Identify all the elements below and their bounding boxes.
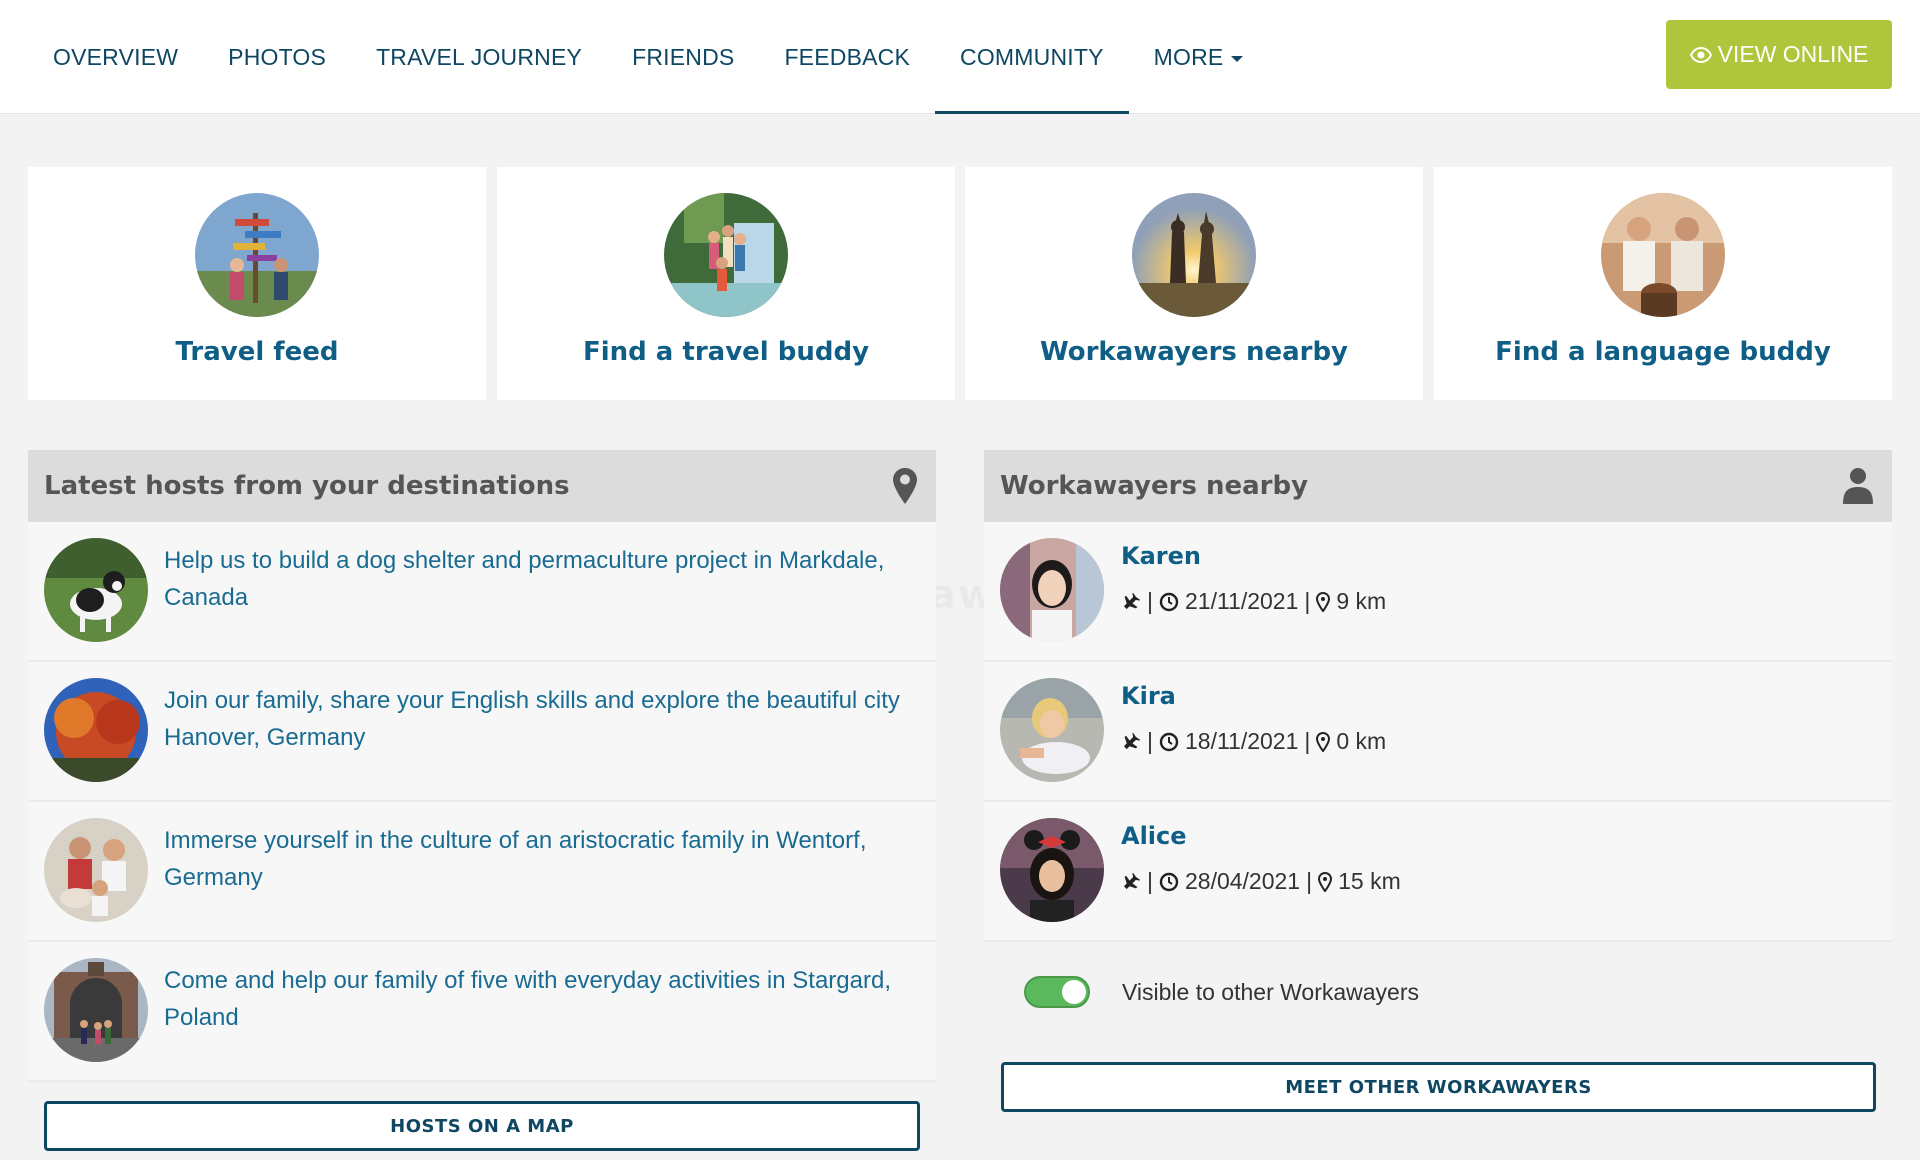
separator: | bbox=[1147, 868, 1153, 894]
separator: | bbox=[1304, 588, 1311, 614]
hosts-on-a-map-button[interactable]: HOSTS ON A MAP bbox=[44, 1101, 920, 1151]
map-marker-icon bbox=[1316, 731, 1331, 752]
workawayer-date: 18/11/2021 bbox=[1184, 728, 1299, 754]
host-title-link[interactable]: Join our family, share your English skil… bbox=[164, 682, 920, 756]
host-list-item[interactable]: Come and help our family of five with ev… bbox=[28, 942, 936, 1082]
workawayers-nearby-image bbox=[1132, 193, 1256, 317]
workawayer-avatar bbox=[1000, 818, 1104, 922]
host-list-item[interactable]: Join our family, share your English skil… bbox=[28, 662, 936, 802]
latest-hosts-panel: Latest hosts from your destinations Help… bbox=[28, 450, 936, 1082]
map-marker-icon bbox=[893, 468, 917, 504]
host-title-link[interactable]: Come and help our family of five with ev… bbox=[164, 962, 920, 1036]
plane-icon bbox=[1123, 592, 1141, 609]
separator: | bbox=[1147, 728, 1153, 754]
workawayer-name-link[interactable]: Alice bbox=[1121, 818, 1401, 854]
meet-other-workawayers-button[interactable]: MEET OTHER WORKAWAYERS bbox=[1001, 1062, 1876, 1112]
host-list-item[interactable]: Help us to build a dog shelter and perma… bbox=[28, 522, 936, 662]
host-title-link[interactable]: Help us to build a dog shelter and perma… bbox=[164, 542, 920, 616]
button-label: HOSTS ON A MAP bbox=[390, 1115, 574, 1137]
clock-icon bbox=[1159, 872, 1179, 891]
tab-label: OVERVIEW bbox=[53, 43, 179, 70]
card-find-language-buddy[interactable]: Find a language buddy bbox=[1434, 167, 1892, 400]
tab-photos[interactable]: PHOTOS bbox=[203, 0, 351, 114]
card-find-travel-buddy[interactable]: Find a travel buddy bbox=[497, 167, 955, 400]
travel-feed-image bbox=[195, 193, 319, 317]
community-cards: Travel feed Find a travel buddy Workaway… bbox=[28, 167, 1892, 400]
tab-travel-journey[interactable]: TRAVEL JOURNEY bbox=[351, 0, 607, 114]
workawayer-info: Karen | 21/11/2021 | 9 km bbox=[1121, 538, 1386, 615]
visibility-label: Visible to other Workawayers bbox=[1122, 978, 1420, 1005]
panel-title: Workawayers nearby bbox=[1000, 471, 1309, 501]
view-online-label: VIEW ONLINE bbox=[1717, 41, 1869, 67]
workawayer-date: 21/11/2021 bbox=[1184, 588, 1299, 614]
panel-title: Latest hosts from your destinations bbox=[44, 471, 570, 501]
caret-down-icon bbox=[1231, 55, 1244, 62]
card-title: Workawayers nearby bbox=[1039, 337, 1349, 367]
workawayer-distance: 15 km bbox=[1338, 868, 1401, 894]
button-label: MEET OTHER WORKAWAYERS bbox=[1285, 1076, 1592, 1098]
eye-icon bbox=[1689, 46, 1712, 63]
workawayer-name-link[interactable]: Kira bbox=[1121, 678, 1386, 714]
workawayer-meta: | 28/04/2021 | 15 km bbox=[1121, 868, 1401, 895]
workawayer-name-link[interactable]: Karen bbox=[1121, 538, 1386, 574]
travel-buddy-image bbox=[664, 193, 788, 317]
tab-label: TRAVEL JOURNEY bbox=[376, 43, 583, 70]
workawayers-nearby-panel: Workawayers nearby Karen | 21/11/2021 | … bbox=[984, 450, 1892, 1042]
map-marker-icon bbox=[1318, 871, 1333, 892]
map-marker-icon bbox=[1316, 591, 1331, 612]
language-buddy-image bbox=[1601, 193, 1725, 317]
host-avatar bbox=[44, 538, 148, 642]
nav-tabs: OVERVIEW PHOTOS TRAVEL JOURNEY FRIENDS F… bbox=[28, 0, 1268, 114]
workawayer-meta: | 21/11/2021 | 9 km bbox=[1121, 588, 1386, 615]
tab-friends[interactable]: FRIENDS bbox=[607, 0, 759, 114]
host-avatar bbox=[44, 818, 148, 922]
plane-icon bbox=[1123, 732, 1141, 749]
separator: | bbox=[1306, 868, 1313, 894]
top-navigation: OVERVIEW PHOTOS TRAVEL JOURNEY FRIENDS F… bbox=[0, 0, 1920, 114]
host-title-link[interactable]: Immerse yourself in the culture of an ar… bbox=[164, 822, 920, 896]
workawayer-avatar bbox=[1000, 538, 1104, 642]
workawayer-list-item[interactable]: Kira | 18/11/2021 | 0 km bbox=[984, 662, 1892, 802]
card-travel-feed[interactable]: Travel feed bbox=[28, 167, 486, 400]
workawayer-info: Alice | 28/04/2021 | 15 km bbox=[1121, 818, 1401, 895]
tab-community[interactable]: COMMUNITY bbox=[935, 0, 1129, 114]
view-online-button[interactable]: VIEW ONLINE bbox=[1666, 20, 1892, 89]
tab-feedback[interactable]: FEEDBACK bbox=[759, 0, 935, 114]
tab-label: FRIENDS bbox=[632, 43, 735, 70]
host-avatar bbox=[44, 678, 148, 782]
user-icon bbox=[1843, 468, 1873, 504]
workawayer-avatar bbox=[1000, 678, 1104, 782]
clock-icon bbox=[1159, 732, 1179, 751]
host-avatar bbox=[44, 958, 148, 1062]
card-title: Find a language buddy bbox=[1495, 337, 1831, 367]
clock-icon bbox=[1159, 592, 1179, 611]
tab-label: PHOTOS bbox=[228, 43, 327, 70]
plane-icon bbox=[1123, 872, 1141, 889]
tab-overview[interactable]: OVERVIEW bbox=[28, 0, 203, 114]
panel-header: Latest hosts from your destinations bbox=[28, 450, 936, 522]
workawayer-list-item[interactable]: Karen | 21/11/2021 | 9 km bbox=[984, 522, 1892, 662]
tab-more-dropdown[interactable]: MORE bbox=[1129, 0, 1269, 114]
tab-label: MORE bbox=[1153, 43, 1224, 70]
separator: | bbox=[1147, 588, 1153, 614]
tab-label: FEEDBACK bbox=[784, 43, 911, 70]
separator: | bbox=[1304, 728, 1311, 754]
tab-label: COMMUNITY bbox=[960, 43, 1104, 70]
workawayer-distance: 0 km bbox=[1336, 728, 1387, 754]
workawayer-date: 28/04/2021 bbox=[1184, 868, 1301, 894]
host-list-item[interactable]: Immerse yourself in the culture of an ar… bbox=[28, 802, 936, 942]
workawayer-list-item[interactable]: Alice | 28/04/2021 | 15 km bbox=[984, 802, 1892, 942]
visibility-toggle[interactable] bbox=[1024, 976, 1090, 1008]
panel-header: Workawayers nearby bbox=[984, 450, 1892, 522]
workawayer-meta: | 18/11/2021 | 0 km bbox=[1121, 728, 1386, 755]
workawayer-info: Kira | 18/11/2021 | 0 km bbox=[1121, 678, 1386, 755]
workawayer-distance: 9 km bbox=[1336, 588, 1387, 614]
card-title: Find a travel buddy bbox=[582, 337, 870, 367]
card-title: Travel feed bbox=[175, 337, 339, 367]
visibility-setting: Visible to other Workawayers bbox=[984, 942, 1892, 1042]
card-workawayers-nearby[interactable]: Workawayers nearby bbox=[965, 167, 1423, 400]
